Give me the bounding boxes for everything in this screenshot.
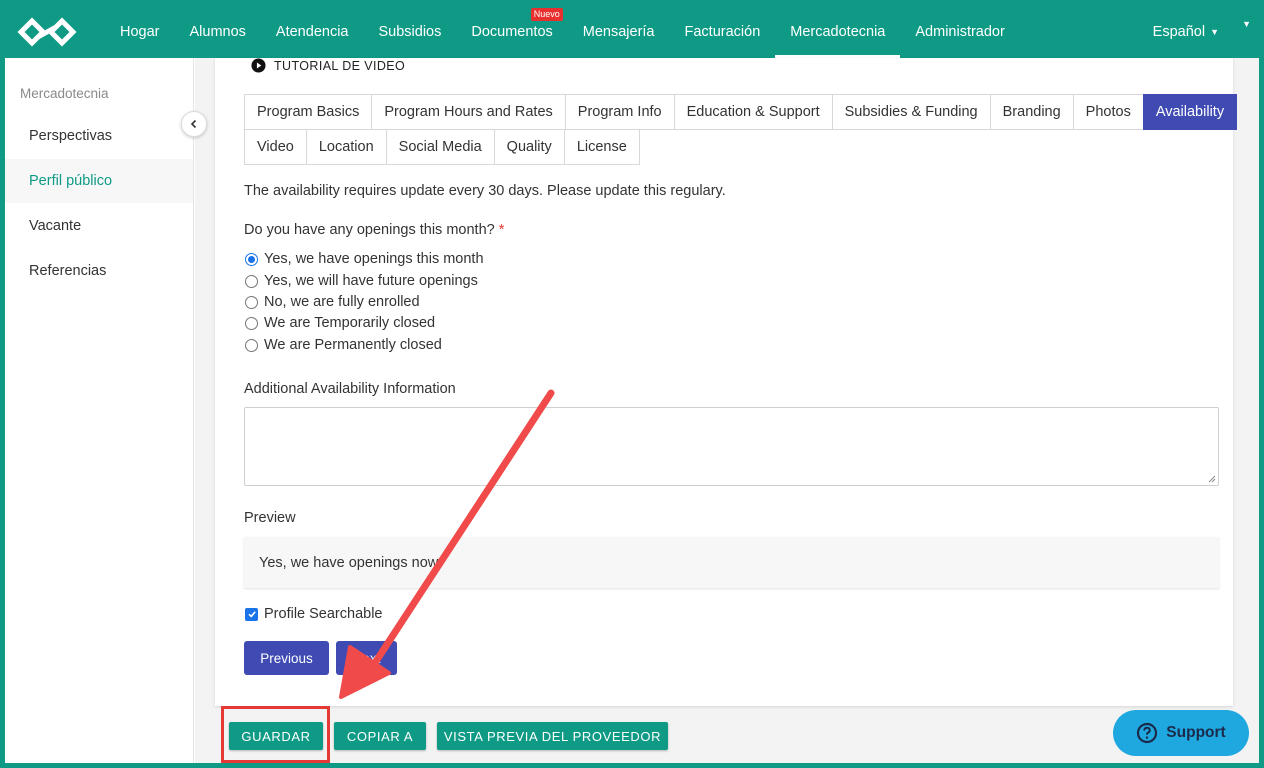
sidebar-item-label: Vacante (29, 218, 82, 234)
radio-button[interactable] (245, 338, 258, 352)
previous-button[interactable]: Previous (244, 641, 329, 675)
nav-administrador[interactable]: Administrador (900, 5, 1019, 58)
sidebar-item-vacante[interactable]: Vacante (5, 204, 193, 248)
provider-preview-button[interactable]: VISTA PREVIA DEL PROVEEDOR (437, 722, 668, 750)
user-menu-caret-icon[interactable]: ▼ (1242, 19, 1251, 29)
option-label: Yes, we have openings this month (264, 251, 484, 267)
help-circle-icon (1137, 722, 1158, 744)
nav-label: Subsidios (378, 23, 442, 40)
sidebar-item-perspectivas[interactable]: Perspectivas (5, 114, 193, 158)
nav-mercadotecnia[interactable]: Mercadotecnia (775, 5, 901, 58)
language-label: Español (1152, 23, 1206, 40)
checkbox[interactable] (245, 607, 258, 621)
option-label: We are Permanently closed (264, 337, 442, 353)
sidebar-item-label: Perfil público (29, 173, 113, 189)
tab-photos[interactable]: Photos (1072, 94, 1144, 130)
tab-subsidies-funding[interactable]: Subsidies & Funding (831, 94, 991, 130)
resize-handle-icon[interactable] (1208, 475, 1216, 483)
language-selector[interactable]: Español ▼ (1153, 5, 1219, 58)
nav-documentos[interactable]: Documentos Nuevo (456, 5, 567, 58)
play-circle-icon (251, 58, 266, 73)
tab-program-hours-rates[interactable]: Program Hours and Rates (371, 94, 566, 130)
support-label: Support (1166, 724, 1226, 741)
nav-label: Mensajería (582, 23, 655, 40)
question-text: Do you have any openings this month? (244, 222, 495, 238)
tab-availability[interactable]: Availability (1142, 94, 1238, 130)
radio-button[interactable] (245, 295, 258, 309)
nav-facturacion[interactable]: Facturación (670, 5, 776, 58)
nav-label: Documentos (471, 23, 553, 40)
sidebar-item-label: Referencias (29, 263, 107, 279)
nav-label: Facturación (684, 23, 761, 40)
radio-button[interactable] (245, 274, 258, 288)
tabs-row-2: Video Location Social Media Quality Lice… (244, 129, 640, 165)
copy-to-button[interactable]: COPIAR A (334, 722, 426, 750)
app-frame: Hogar Alumnos Atendencia Subsidios Docum… (5, 5, 1259, 763)
preview-text: Yes, we have openings now (259, 554, 439, 571)
profile-searchable-label: Profile Searchable (264, 606, 383, 622)
sidebar-collapse-button[interactable] (181, 111, 207, 137)
new-badge: Nuevo (530, 8, 563, 21)
tab-social-media[interactable]: Social Media (385, 129, 495, 165)
next-button[interactable]: Next (336, 641, 397, 675)
option-label: We are Temporarily closed (264, 315, 436, 331)
nav-hogar[interactable]: Hogar (105, 5, 175, 58)
openings-question: Do you have any openings this month? * (244, 222, 504, 238)
additional-info-label: Additional Availability Information (244, 381, 456, 397)
chevron-left-icon (190, 119, 197, 129)
profile-searchable-toggle[interactable]: Profile Searchable (245, 606, 383, 622)
caret-down-icon: ▼ (1210, 26, 1219, 37)
sidebar-item-perfil-publico[interactable]: Perfil público (5, 159, 193, 203)
nav-label: Hogar (120, 23, 160, 40)
nav-label: Alumnos (189, 23, 246, 40)
option-openings-this-month[interactable]: Yes, we have openings this month (245, 251, 484, 267)
tab-branding[interactable]: Branding (989, 94, 1074, 130)
tab-location[interactable]: Location (305, 129, 387, 165)
nav-label: Administrador (915, 23, 1005, 40)
sidebar-item-referencias[interactable]: Referencias (5, 249, 193, 293)
top-navbar: Hogar Alumnos Atendencia Subsidios Docum… (5, 5, 1259, 58)
sidebar: Mercadotecnia Perspectivas Perfil públic… (5, 58, 194, 763)
preview-label: Preview (244, 510, 296, 526)
support-button[interactable]: Support (1113, 710, 1249, 756)
video-tutorial-link[interactable]: TUTORIAL DE VIDEO (251, 58, 405, 73)
option-label: No, we are fully enrolled (264, 294, 420, 310)
nav-atendencia[interactable]: Atendencia (261, 5, 364, 58)
tab-program-info[interactable]: Program Info (564, 94, 675, 130)
preview-box: Yes, we have openings now (244, 537, 1219, 588)
tutorial-label: TUTORIAL DE VIDEO (274, 58, 406, 73)
nav-alumnos[interactable]: Alumnos (175, 5, 261, 58)
nav-label: Atendencia (275, 23, 349, 40)
tab-video[interactable]: Video (244, 129, 307, 165)
nav-subsidios[interactable]: Subsidios (363, 5, 456, 58)
sidebar-title: Mercadotecnia (20, 86, 109, 101)
save-button-highlight (221, 706, 330, 763)
additional-info-textarea[interactable] (244, 407, 1219, 486)
nav-mensajeria[interactable]: Mensajería (568, 5, 670, 58)
availability-notice: The availability requires update every 3… (244, 183, 726, 199)
option-fully-enrolled[interactable]: No, we are fully enrolled (245, 294, 420, 310)
tabs-row-1: Program Basics Program Hours and Rates P… (244, 94, 1238, 130)
radio-button[interactable] (245, 316, 258, 330)
option-label: Yes, we will have future openings (264, 273, 478, 289)
required-mark: * (498, 222, 505, 238)
tab-quality[interactable]: Quality (493, 129, 565, 165)
tab-license[interactable]: License (563, 129, 640, 165)
logo-icon[interactable] (17, 16, 77, 47)
radio-button[interactable] (245, 252, 258, 266)
sidebar-item-label: Perspectivas (29, 128, 113, 144)
tab-education-support[interactable]: Education & Support (673, 94, 833, 130)
checkmark-icon (247, 611, 256, 618)
option-permanently-closed[interactable]: We are Permanently closed (245, 337, 442, 353)
tab-program-basics[interactable]: Program Basics (244, 94, 373, 130)
nav-label: Mercadotecnia (790, 23, 886, 40)
option-temporarily-closed[interactable]: We are Temporarily closed (245, 315, 435, 331)
option-future-openings[interactable]: Yes, we will have future openings (245, 273, 478, 289)
